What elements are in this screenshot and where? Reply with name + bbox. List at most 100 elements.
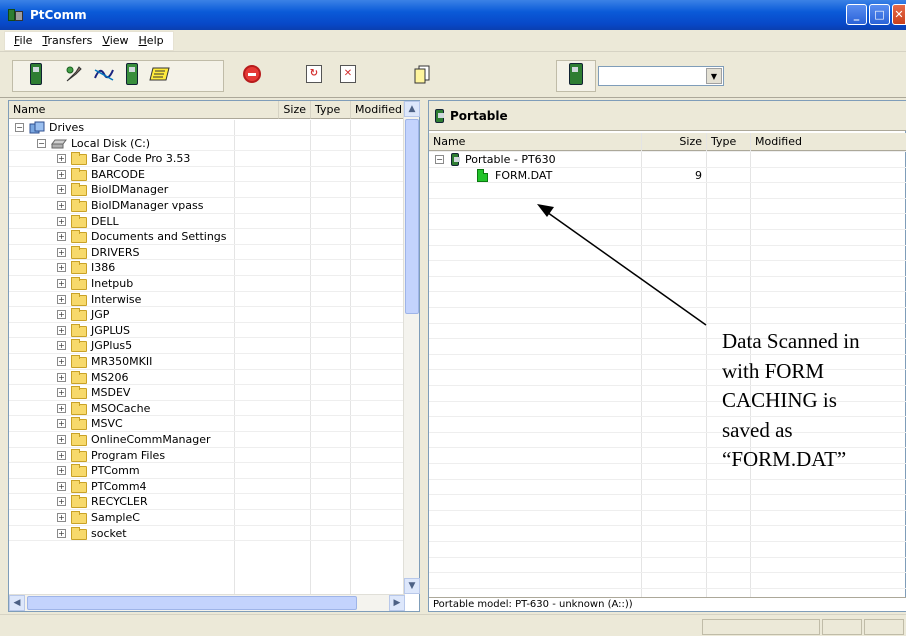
scroll-down-icon[interactable]: ▼ bbox=[404, 578, 420, 594]
tree-item-label: RECYCLER bbox=[91, 495, 148, 509]
tree-item-folder[interactable]: + RECYCLER bbox=[9, 494, 405, 510]
scroll-left-icon[interactable]: ◀ bbox=[9, 595, 25, 611]
expand-icon[interactable]: + bbox=[57, 310, 66, 320]
tree-item-folder[interactable]: + DELL bbox=[9, 214, 405, 230]
expand-icon[interactable]: + bbox=[57, 169, 66, 179]
tree-item-folder[interactable]: + PTComm4 bbox=[9, 479, 405, 495]
device-select-icon[interactable] bbox=[564, 60, 588, 88]
tree-item-folder[interactable]: + JGPLUS bbox=[9, 323, 405, 339]
expand-icon[interactable]: + bbox=[57, 435, 66, 444]
file-row-form-dat[interactable]: FORM.DAT 9 bbox=[429, 168, 906, 184]
tree-item-label: Inetpub bbox=[91, 277, 134, 290]
tree-item-label: BioIDManager bbox=[91, 183, 169, 197]
expand-icon[interactable]: + bbox=[57, 528, 66, 538]
expand-icon[interactable]: + bbox=[57, 247, 66, 257]
status-cell bbox=[822, 619, 862, 635]
expand-icon[interactable]: + bbox=[57, 232, 66, 242]
expand-icon[interactable]: + bbox=[57, 263, 66, 273]
column-header-modified[interactable]: Modified bbox=[351, 101, 405, 119]
expand-icon[interactable]: + bbox=[57, 513, 66, 522]
tree-item-folder[interactable]: + JGP bbox=[9, 307, 405, 323]
expand-icon[interactable]: + bbox=[57, 216, 66, 226]
maximize-button[interactable]: □ bbox=[869, 4, 890, 25]
tree-item-drives[interactable]: − Drives bbox=[9, 120, 405, 136]
horizontal-scroll-thumb[interactable] bbox=[27, 596, 357, 610]
expand-icon[interactable]: + bbox=[57, 419, 66, 429]
tree-item-label: BioIDManager vpass bbox=[91, 199, 204, 212]
tree-item-label: MSVC bbox=[91, 417, 123, 431]
expand-icon[interactable]: + bbox=[57, 201, 66, 210]
column-header-size[interactable]: Size bbox=[279, 101, 311, 119]
column-header-type[interactable]: Type bbox=[311, 101, 351, 119]
tree-item-folder[interactable]: + MS206 bbox=[9, 370, 405, 386]
tree-item-folder[interactable]: + SampleC bbox=[9, 510, 405, 526]
portable-device-icon[interactable] bbox=[24, 60, 48, 88]
tree-item-folder[interactable]: + DRIVERS bbox=[9, 245, 405, 261]
tree-item-folder[interactable]: + BioIDManager bbox=[9, 182, 405, 198]
tree-item-folder[interactable]: + socket bbox=[9, 526, 405, 542]
expand-icon[interactable]: + bbox=[57, 481, 66, 491]
vertical-scrollbar[interactable]: ▲ ▼ bbox=[403, 101, 420, 594]
status-cell bbox=[702, 619, 820, 635]
column-header-name[interactable]: Name bbox=[9, 101, 279, 119]
collapse-icon[interactable]: − bbox=[15, 123, 24, 132]
scroll-thumb[interactable] bbox=[405, 119, 419, 314]
expand-icon[interactable]: + bbox=[57, 154, 66, 164]
copy-file-icon[interactable] bbox=[410, 60, 434, 88]
tree-item-folder[interactable]: + Inetpub bbox=[9, 276, 405, 292]
expand-icon[interactable]: + bbox=[57, 388, 66, 398]
tree-item-folder[interactable]: + JGPlus5 bbox=[9, 338, 405, 354]
expand-icon[interactable]: + bbox=[57, 357, 66, 366]
refresh-file-icon[interactable]: ↻ bbox=[302, 60, 326, 88]
expand-icon[interactable]: + bbox=[57, 450, 66, 460]
tree-item-folder[interactable]: + BioIDManager vpass bbox=[9, 198, 405, 214]
expand-icon[interactable]: + bbox=[57, 372, 66, 382]
expand-icon[interactable]: + bbox=[57, 341, 66, 351]
wave-icon[interactable] bbox=[92, 60, 116, 88]
scanner-icon[interactable] bbox=[148, 60, 172, 88]
stop-icon[interactable] bbox=[240, 60, 264, 88]
tree-item-folder[interactable]: + MSVC bbox=[9, 416, 405, 432]
tree-item-folder[interactable]: + I386 bbox=[9, 260, 405, 276]
scroll-up-icon[interactable]: ▲ bbox=[404, 101, 420, 117]
menu-item-file[interactable]: File bbox=[9, 34, 37, 47]
device-transfer-icon[interactable] bbox=[120, 60, 144, 88]
tree-item-folder[interactable]: + PTComm bbox=[9, 463, 405, 479]
expand-icon[interactable]: + bbox=[57, 403, 66, 413]
title-bar[interactable]: PtComm _ □ ✕ bbox=[0, 0, 906, 30]
tree-item-folder[interactable]: + BARCODE bbox=[9, 167, 405, 183]
expand-icon[interactable]: + bbox=[57, 294, 66, 304]
expand-icon[interactable]: + bbox=[57, 466, 66, 476]
folder-icon bbox=[71, 511, 87, 524]
menu-item-transfers[interactable]: Transfers bbox=[37, 34, 97, 47]
tree-item-folder[interactable]: + Interwise bbox=[9, 292, 405, 308]
tree-item-folder[interactable]: + MR350MKII bbox=[9, 354, 405, 370]
expand-icon[interactable]: + bbox=[57, 497, 66, 507]
tree-item-folder[interactable]: + MSDEV bbox=[9, 385, 405, 401]
tree-item-folder[interactable]: + Documents and Settings bbox=[9, 229, 405, 245]
device-combo[interactable]: ▼ bbox=[598, 66, 724, 86]
tree-item-folder[interactable]: + Program Files bbox=[9, 448, 405, 464]
close-button[interactable]: ✕ bbox=[892, 4, 906, 25]
delete-file-icon[interactable]: ✕ bbox=[336, 60, 360, 88]
tools-icon[interactable] bbox=[62, 60, 86, 88]
minimize-button[interactable]: _ bbox=[846, 4, 867, 25]
chevron-down-icon[interactable]: ▼ bbox=[706, 68, 722, 84]
tree-item-folder[interactable]: + OnlineCommManager bbox=[9, 432, 405, 448]
scroll-right-icon[interactable]: ▶ bbox=[389, 595, 405, 611]
expand-icon[interactable]: + bbox=[57, 185, 66, 195]
tree-item-folder[interactable]: + MSOCache bbox=[9, 401, 405, 417]
menu-item-view[interactable]: View bbox=[97, 34, 133, 47]
tree-item-portable-device[interactable]: − Portable - PT630 bbox=[429, 152, 906, 168]
tree-item-label: Program Files bbox=[91, 448, 166, 462]
collapse-icon[interactable]: − bbox=[435, 155, 444, 164]
tree-item-folder[interactable]: + Bar Code Pro 3.53 bbox=[9, 151, 405, 167]
annotation-line: CACHING is bbox=[722, 388, 837, 413]
expand-icon[interactable]: + bbox=[57, 279, 66, 288]
horizontal-scrollbar[interactable]: ◀ ▶ bbox=[9, 594, 405, 611]
expand-icon[interactable]: + bbox=[57, 325, 66, 335]
menu-item-help[interactable]: Help bbox=[134, 34, 169, 47]
tree-item-local-disk[interactable]: − Local Disk (C:) bbox=[9, 136, 405, 152]
collapse-icon[interactable]: − bbox=[37, 138, 46, 148]
folder-icon bbox=[71, 479, 87, 493]
